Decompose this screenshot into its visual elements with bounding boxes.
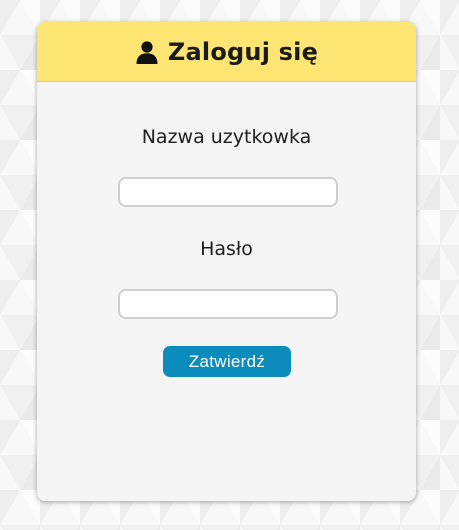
password-input[interactable] [118,289,338,319]
submit-button[interactable]: Zatwierdź [163,346,291,377]
password-label: Hasło [200,238,253,260]
username-input[interactable] [118,177,338,207]
login-card: Zaloguj się Nazwa uzytkowka Hasło Zatwie… [37,22,416,501]
login-form: Nazwa uzytkowka Hasło Zatwierdź [37,82,416,501]
login-header: Zaloguj się [37,22,416,82]
login-title: Zaloguj się [167,37,319,66]
username-label: Nazwa uzytkowka [141,126,312,148]
user-icon [135,40,159,64]
